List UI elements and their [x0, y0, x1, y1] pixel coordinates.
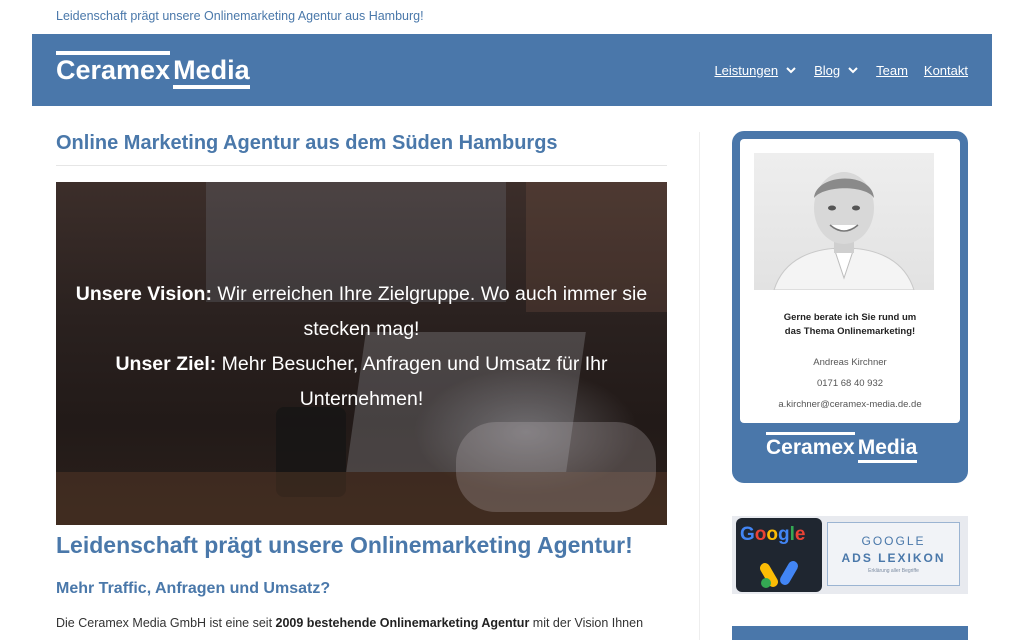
ads-title-line2: ADS LEXIKON [841, 551, 946, 565]
ads-title-line1: GOOGLE [861, 534, 926, 548]
google-wordmark: Google [740, 524, 806, 545]
avatar [754, 153, 934, 290]
ads-lexikon-box: GOOGLE ADS LEXIKON Erklärung aller Begri… [827, 522, 960, 586]
hero-hand-shape [456, 422, 656, 512]
section-heading: Leidenschaft prägt unsere Onlinemarketin… [56, 532, 633, 558]
sidebar-next-widget [732, 626, 968, 640]
hero-image: Unsere Vision: Wir erreichen Ihre Zielgr… [56, 182, 667, 525]
hero-goal-label: Unser Ziel: [115, 353, 217, 375]
top-tagline: Leidenschaft prägt unsere Onlinemarketin… [56, 9, 424, 23]
chevron-down-icon[interactable] [784, 63, 798, 77]
nav-label-kontakt: Kontakt [923, 62, 968, 78]
logo-word-ceramex: Ceramex [56, 51, 171, 85]
phone-image: Google [736, 518, 822, 592]
card-logo-word-ceramex: Ceramex [766, 432, 855, 460]
contact-card-headline-line2: das Thema Onlinemarketing! [784, 326, 916, 337]
paragraph-start: Die Ceramex Media GmbH ist eine seit [56, 616, 276, 630]
section-subheading: Mehr Traffic, Anfragen und Umsatz? [56, 580, 331, 597]
contact-name: Andreas Kirchner [813, 357, 887, 368]
contact-card: Gerne berate ich Sie rund um das Thema O… [732, 131, 968, 483]
contact-email[interactable]: a.kirchner@ceramex-media.de.de [740, 399, 960, 410]
site-logo[interactable]: Ceramex Media [56, 51, 250, 89]
google-ads-icon [760, 561, 798, 588]
main-nav: Leistungen Blog Team Kontakt [714, 34, 968, 106]
nav-label-blog: Blog [814, 62, 841, 78]
contact-card-headline: Gerne berate ich Sie rund um das Thema O… [740, 311, 960, 339]
nav-label-leistungen: Leistungen [714, 62, 779, 78]
card-logo-word-media: Media [857, 433, 917, 463]
contact-card-headline-line1: Gerne berate ich Sie rund um [783, 312, 917, 323]
hero-goal-text: Mehr Besucher, Anfragen und Umsatz für I… [216, 353, 608, 410]
contact-card-logo: Ceramex Media [766, 432, 917, 463]
page-title: Online Marketing Agentur aus dem Süden H… [56, 132, 558, 154]
hero-vision-text: Wir erreichen Ihre Zielgruppe. Wo auch i… [211, 283, 648, 340]
logo-word-media: Media [173, 52, 250, 89]
intro-paragraph: Die Ceramex Media GmbH ist eine seit 200… [56, 616, 671, 630]
nav-label-team: Team [876, 62, 908, 78]
contact-card-inner: Gerne berate ich Sie rund um das Thema O… [740, 139, 960, 423]
chevron-down-icon[interactable] [846, 63, 860, 77]
person-portrait-icon [773, 172, 915, 290]
nav-item-leistungen[interactable]: Leistungen [714, 63, 798, 78]
title-divider [56, 165, 667, 166]
contact-phone[interactable]: 0171 68 40 932 [740, 378, 960, 389]
paragraph-bold: 2009 bestehende Onlinemarketing Agentur [275, 616, 530, 630]
nav-item-blog[interactable]: Blog [814, 63, 860, 78]
paragraph-end: mit der Vision Ihnen [529, 616, 644, 630]
site-header: Ceramex Media Leistungen Blog Team Konta… [32, 34, 992, 106]
google-ads-lexikon-banner[interactable]: Google GOOGLE ADS LEXIKON Erklärung alle… [732, 516, 968, 594]
hero-vision-label: Unsere Vision: [75, 283, 212, 305]
nav-item-team[interactable]: Team [876, 63, 908, 78]
hero-text: Unsere Vision: Wir erreichen Ihre Zielgr… [56, 277, 667, 417]
ads-small-text: Erklärung aller Begriffe [868, 568, 919, 574]
nav-item-kontakt[interactable]: Kontakt [924, 63, 968, 78]
sidebar-divider [699, 132, 700, 640]
